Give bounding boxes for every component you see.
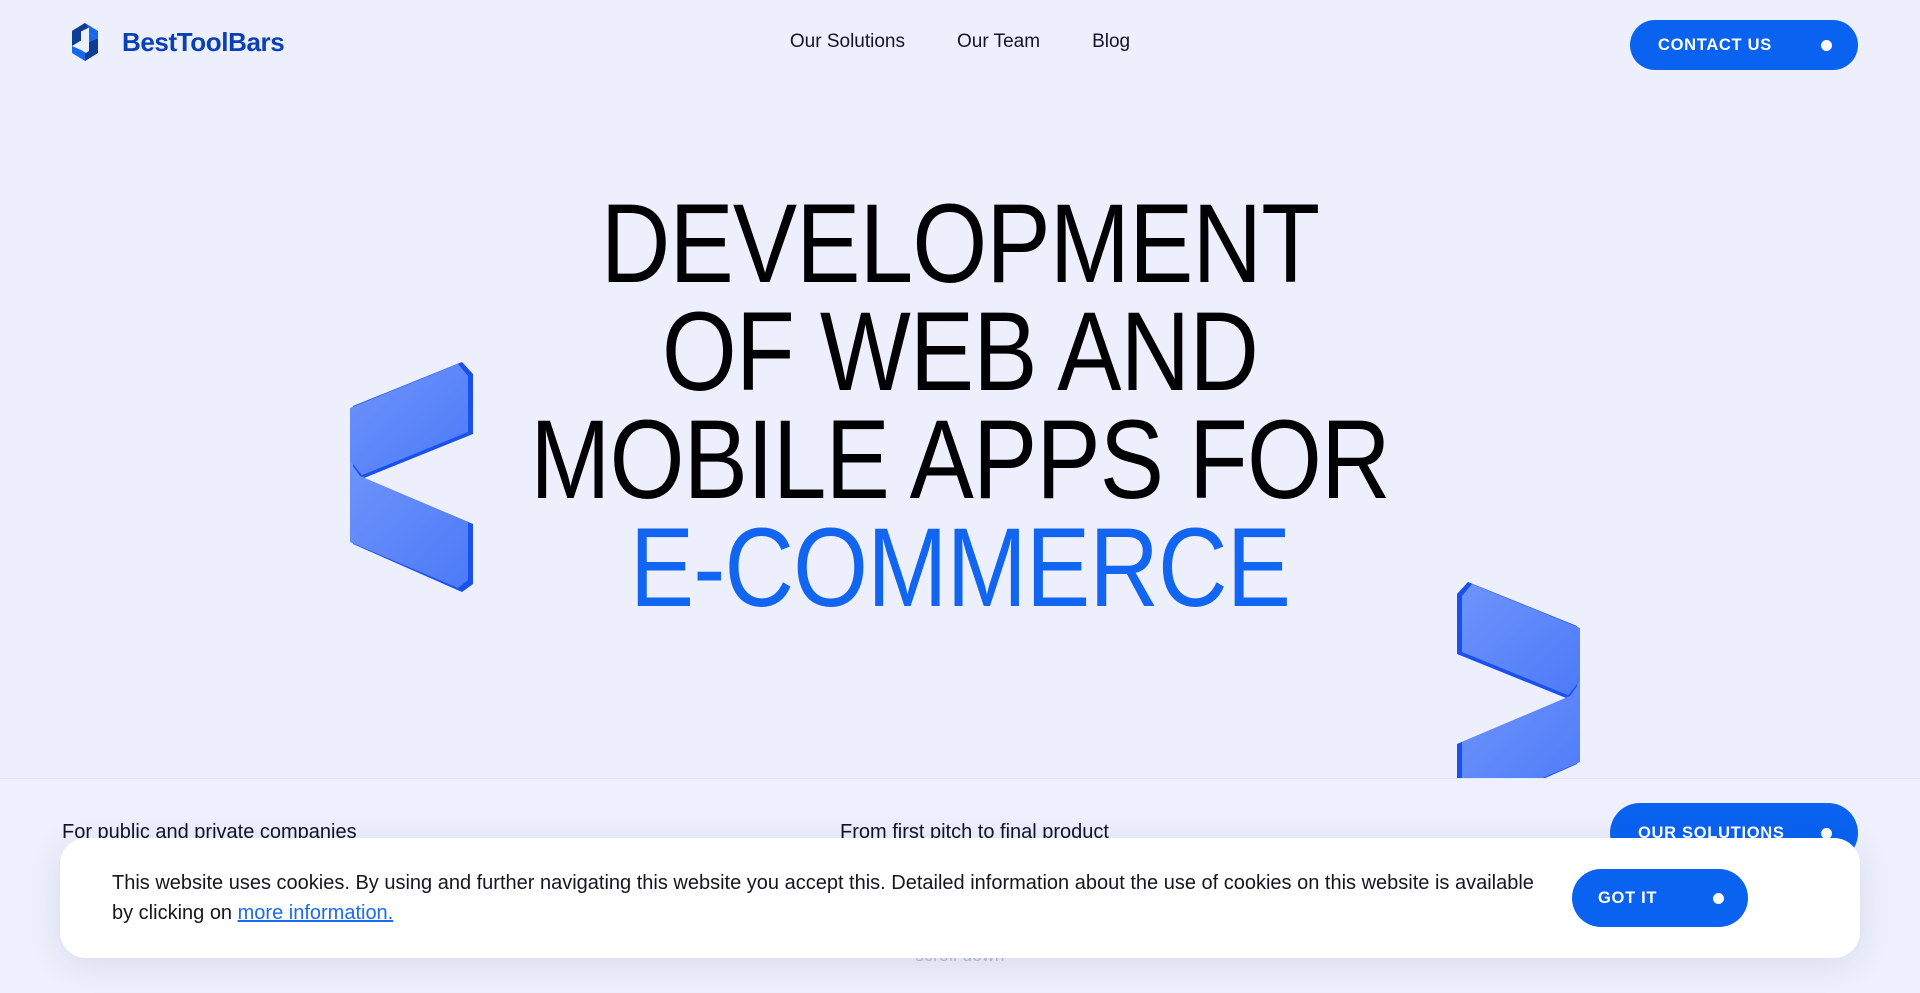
hero-headline: DEVELOPMENT OF WEB AND MOBILE APPS FOR E… [134, 181, 1785, 630]
contact-us-button[interactable]: CONTACT US [1630, 20, 1858, 70]
besttoolbars-logo-icon [72, 23, 98, 61]
site-header: BestToolBars Our Solutions Our Team Blog… [0, 0, 1920, 84]
cookie-accept-button[interactable]: GOT IT [1572, 869, 1748, 927]
headline-line-3: MOBILE APPS FOR [530, 397, 1390, 522]
headline-line-2: OF WEB AND [661, 289, 1259, 414]
headline-line-1: DEVELOPMENT [600, 181, 1320, 306]
dot-icon [1821, 39, 1832, 51]
hero-section: BestToolBars Our Solutions Our Team Blog… [0, 0, 1920, 812]
brand-name: BestToolBars [122, 26, 285, 57]
dot-icon [1821, 827, 1832, 839]
nav-item-our-team[interactable]: Our Team [957, 31, 1040, 53]
dot-icon [1713, 892, 1724, 904]
nav-item-blog[interactable]: Blog [1092, 31, 1130, 53]
cookie-banner-text: This website uses cookies. By using and … [112, 868, 1542, 928]
brand-logo-link[interactable]: BestToolBars [62, 19, 285, 65]
headline-line-4: E-COMMERCE [629, 505, 1291, 630]
main-navigation: Our Solutions Our Team Blog [790, 31, 1130, 53]
cookie-consent-banner: This website uses cookies. By using and … [60, 838, 1860, 958]
nav-item-our-solutions[interactable]: Our Solutions [790, 31, 905, 53]
more-information-link[interactable]: more information. [238, 902, 394, 924]
hero-content: DEVELOPMENT OF WEB AND MOBILE APPS FOR E… [0, 160, 1920, 812]
contact-us-label: CONTACT US [1658, 35, 1772, 54]
cookie-accept-label: GOT IT [1598, 888, 1658, 907]
